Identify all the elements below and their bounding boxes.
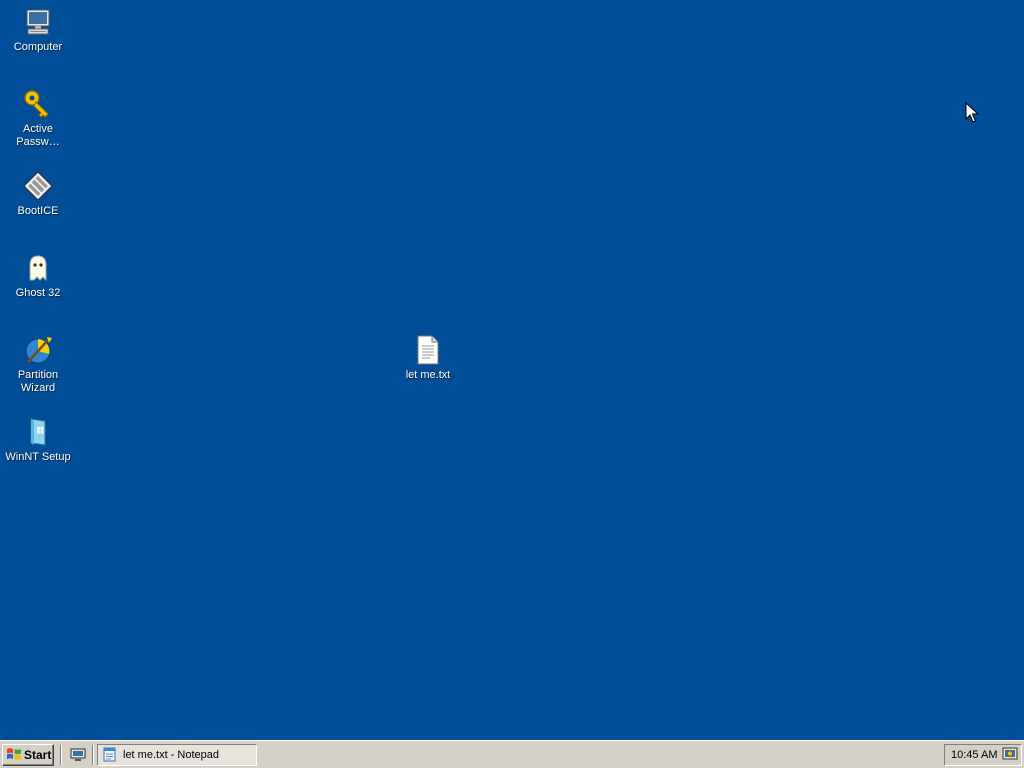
taskbar-separator [60,745,62,765]
desktop-icon-label: Ghost 32 [15,287,61,299]
desktop-icon-label: WinNT Setup [5,451,71,463]
taskbar-button-label: let me.txt - Notepad [123,749,219,761]
desktop-icon-label: Active Passw… [16,123,60,148]
desktop-icon-let-me-txt[interactable]: let me.txt [390,334,466,382]
system-tray: 10:45 AM [944,744,1022,766]
winnt-setup-icon [22,416,54,448]
partition-wizard-icon [22,334,54,366]
desktop-icon-ghost32[interactable]: Ghost 32 [0,252,76,300]
desktop-icon-winnt-setup[interactable]: WinNT Setup [0,416,76,464]
ghost-icon [22,252,54,284]
notepad-icon [102,746,118,765]
key-icon [22,88,54,120]
desktop-icon-bootice[interactable]: BootICE [0,170,76,218]
text-file-icon [412,334,444,366]
desktop-icon-active-password[interactable]: Active Passw… [0,88,76,149]
tray-network-icon[interactable] [1002,746,1018,765]
desktop-icon-computer[interactable]: Computer [0,6,76,54]
computer-icon [22,6,54,38]
start-label: Start [24,748,52,762]
desktop-icon-label: Computer [13,41,63,53]
desktop-icon-partition-wizard[interactable]: Partition Wizard [0,334,76,395]
mouse-pointer-icon [965,102,979,123]
taskbar-button-notepad[interactable]: let me.txt - Notepad [97,744,257,766]
taskbar-separator [92,745,94,765]
bootice-icon [22,170,54,202]
taskbar: Start let me.txt - Notepad 10:45 AM [0,740,1024,768]
desktop[interactable]: Computer Active Passw… BootICE Ghost 32 … [0,0,1024,740]
start-button[interactable]: Start [2,744,54,766]
desktop-icon-label: let me.txt [405,369,451,381]
clock[interactable]: 10:45 AM [951,749,997,761]
desktop-icon-label: BootICE [17,205,59,217]
show-desktop-icon[interactable] [68,746,88,764]
windows-logo-icon [6,747,22,764]
desktop-icon-label: Partition Wizard [17,369,59,394]
